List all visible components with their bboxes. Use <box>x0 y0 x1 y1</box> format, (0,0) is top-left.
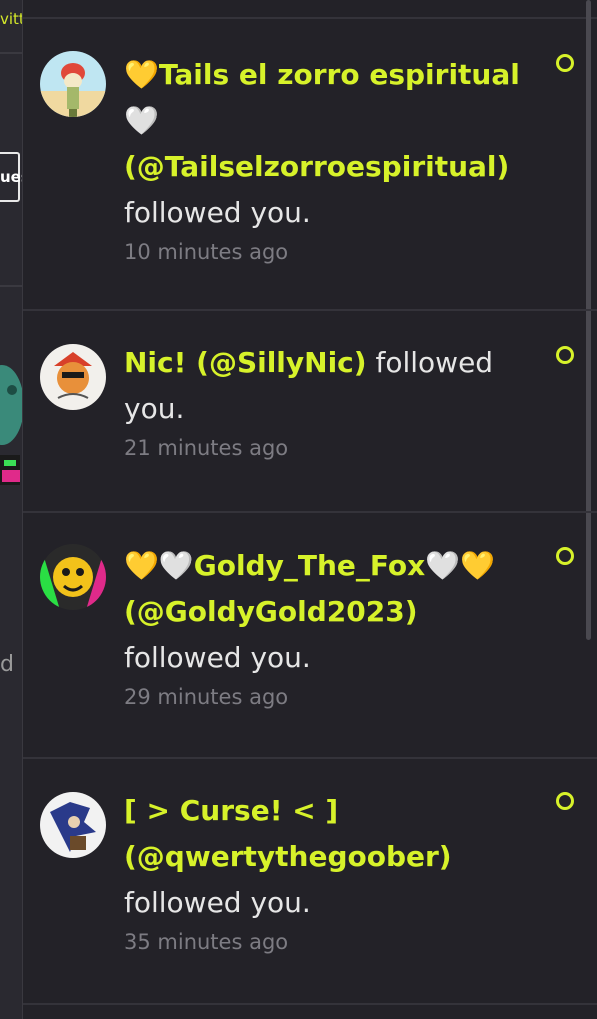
notification-text: [ > Curse! < ] (@qwertythegoober) followe… <box>124 788 524 958</box>
notification-time: 10 minutes ago <box>124 240 289 264</box>
unread-indicator-icon[interactable] <box>556 792 574 810</box>
background-divider <box>0 285 22 287</box>
notifications-panel: 💛Tails el zorro espiritual 🤍 (@Tailselzorr… <box>22 0 597 1019</box>
background-page: vitt ues d a <box>0 0 22 1019</box>
notification-time: 29 minutes ago <box>124 685 289 709</box>
avatar[interactable] <box>40 51 106 117</box>
notification-text: Nic! (@SillyNic) followed you. 21 minute… <box>124 340 524 464</box>
unread-indicator-icon[interactable] <box>556 54 574 72</box>
follower-name-link[interactable]: 💛🤍Goldy_The_Fox🤍💛 (@GoldyGold2023) <box>124 549 495 628</box>
avatar[interactable] <box>40 344 106 410</box>
avatar-tails-image <box>40 51 106 117</box>
follower-name-link[interactable]: Nic! (@SillyNic) <box>124 346 367 379</box>
background-button-label: ues <box>0 168 22 186</box>
notification-item[interactable]: [ > Curse! < ] (@qwertythegoober) followe… <box>23 759 597 1005</box>
avatar-curse-image <box>40 792 106 858</box>
page: vitt ues d a <box>0 0 597 1019</box>
avatar[interactable] <box>40 792 106 858</box>
background-link-text: vitt <box>0 10 22 28</box>
background-divider <box>0 52 22 54</box>
background-artwork <box>0 365 22 485</box>
avatar-sillynic-image <box>40 344 106 410</box>
follower-name-link[interactable]: [ > Curse! < ] (@qwertythegoober) <box>124 794 452 873</box>
notification-item[interactable]: 💛Tails el zorro espiritual 🤍 (@Tailselzorr… <box>23 19 597 311</box>
avatar[interactable] <box>40 544 106 610</box>
unread-indicator-icon[interactable] <box>556 346 574 364</box>
notification-action: followed you. <box>124 196 311 229</box>
notification-text: 💛🤍Goldy_The_Fox🤍💛 (@GoldyGold2023) follow… <box>124 543 524 713</box>
follower-name-link[interactable]: 💛Tails el zorro espiritual 🤍 (@Tailselzorr… <box>124 58 520 183</box>
notification-time: 21 minutes ago <box>124 436 289 460</box>
notification-action: followed you. <box>124 886 311 919</box>
background-text: d a <box>0 652 22 677</box>
unread-indicator-icon[interactable] <box>556 547 574 565</box>
notification-text: 💛Tails el zorro espiritual 🤍 (@Tailselzorr… <box>124 52 524 268</box>
notification-action: followed you. <box>124 641 311 674</box>
notification-item[interactable]: 💛🤍Goldy_The_Fox🤍💛 (@GoldyGold2023) follow… <box>23 513 597 759</box>
notification-time: 35 minutes ago <box>124 930 289 954</box>
avatar-goldy-image <box>40 544 106 610</box>
notification-item[interactable]: Nic! (@SillyNic) followed you. 21 minute… <box>23 311 597 513</box>
